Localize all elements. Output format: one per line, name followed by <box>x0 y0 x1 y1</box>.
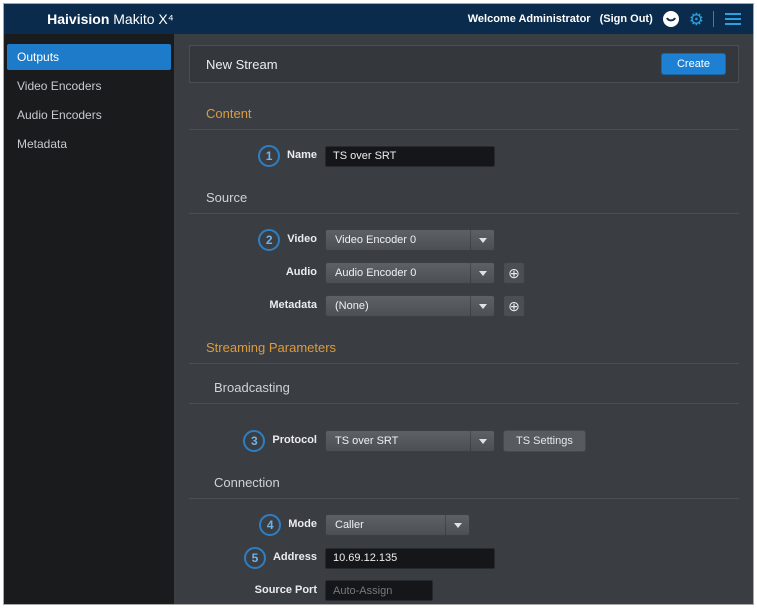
menu-icon[interactable] <box>723 11 743 27</box>
address-control <box>325 548 495 569</box>
chevron-down-icon <box>470 296 494 316</box>
section-title-streaming: Streaming Parameters <box>189 340 739 364</box>
ts-settings-button[interactable]: TS Settings <box>503 430 586 452</box>
sign-out-link[interactable]: (Sign Out) <box>600 13 653 25</box>
welcome-text: Welcome Administrator <box>468 13 591 25</box>
address-input[interactable] <box>325 548 495 569</box>
main-content: New Stream Create Content 1 Name Source <box>174 34 753 604</box>
metadata-select[interactable]: (None) <box>325 295 495 317</box>
mode-label: Mode <box>288 518 317 531</box>
sidebar-item-label: Video Encoders <box>17 79 102 93</box>
name-input[interactable] <box>325 146 495 167</box>
address-row: 5 Address <box>189 547 739 569</box>
video-label: Video <box>287 233 317 246</box>
video-row: 2 Video Video Encoder 0 <box>189 229 739 251</box>
brand-product: Makito X⁴ <box>109 11 173 27</box>
gear-icon[interactable]: ⚙ <box>689 11 704 28</box>
video-select-value: Video Encoder 0 <box>326 234 470 246</box>
name-control <box>325 146 495 167</box>
app-body: Outputs Video Encoders Audio Encoders Me… <box>4 34 753 604</box>
address-label-col: 5 Address <box>189 547 317 569</box>
mode-label-col: 4 Mode <box>189 514 317 536</box>
metadata-label: Metadata <box>269 299 317 312</box>
step-badge-5: 5 <box>244 547 266 569</box>
audio-label: Audio <box>286 266 317 279</box>
protocol-label-col: 3 Protocol <box>189 430 317 452</box>
sidebar: Outputs Video Encoders Audio Encoders Me… <box>4 34 174 604</box>
video-control: Video Encoder 0 <box>325 229 495 251</box>
protocol-row: 3 Protocol TS over SRT TS Settings <box>189 430 739 452</box>
step-badge-2: 2 <box>258 229 280 251</box>
chevron-down-icon <box>470 263 494 283</box>
sidebar-item-label: Metadata <box>17 137 67 151</box>
metadata-control: (None) ⊕ <box>325 295 525 317</box>
video-label-col: 2 Video <box>189 229 317 251</box>
protocol-select[interactable]: TS over SRT <box>325 430 495 452</box>
plus-icon: ⊕ <box>508 299 520 313</box>
name-label: Name <box>287 149 317 162</box>
mode-select-value: Caller <box>326 519 445 531</box>
section-title-source: Source <box>189 190 739 214</box>
audio-row: Audio Audio Encoder 0 ⊕ <box>189 262 739 284</box>
section-title-broadcasting: Broadcasting <box>189 380 739 404</box>
source-port-control <box>325 580 433 601</box>
audio-select[interactable]: Audio Encoder 0 <box>325 262 495 284</box>
name-label-col: 1 Name <box>189 145 317 167</box>
header-actions: Welcome Administrator (Sign Out) ⚙ <box>468 10 743 28</box>
section-title-connection: Connection <box>189 475 739 499</box>
chevron-down-icon <box>470 230 494 250</box>
panel-header: New Stream Create <box>189 45 739 83</box>
step-badge-1: 1 <box>258 145 280 167</box>
status-icon[interactable] <box>662 10 680 28</box>
add-audio-button[interactable]: ⊕ <box>503 262 525 284</box>
mode-row: 4 Mode Caller <box>189 514 739 536</box>
sidebar-item-label: Audio Encoders <box>17 108 102 122</box>
sidebar-item-metadata[interactable]: Metadata <box>7 131 171 157</box>
page-title: New Stream <box>206 57 278 72</box>
audio-control: Audio Encoder 0 ⊕ <box>325 262 525 284</box>
plus-icon: ⊕ <box>508 266 520 280</box>
section-title-content: Content <box>189 106 739 130</box>
protocol-control: TS over SRT TS Settings <box>325 430 586 452</box>
header-divider <box>713 11 714 27</box>
page: Haivision Makito X⁴ Welcome Administrato… <box>0 0 757 609</box>
sidebar-item-label: Outputs <box>17 50 59 64</box>
brand-name: Haivision <box>47 11 109 27</box>
step-badge-4: 4 <box>259 514 281 536</box>
source-port-row: Source Port <box>189 580 739 601</box>
source-port-label-col: Source Port <box>189 584 317 597</box>
address-label: Address <box>273 551 317 564</box>
mode-select[interactable]: Caller <box>325 514 470 536</box>
source-port-input[interactable] <box>325 580 433 601</box>
sidebar-item-outputs[interactable]: Outputs <box>7 44 171 70</box>
mode-control: Caller <box>325 514 470 536</box>
sidebar-item-video-encoders[interactable]: Video Encoders <box>7 73 171 99</box>
video-select[interactable]: Video Encoder 0 <box>325 229 495 251</box>
app-window: Haivision Makito X⁴ Welcome Administrato… <box>3 3 754 605</box>
source-port-label: Source Port <box>255 584 317 597</box>
step-badge-3: 3 <box>243 430 265 452</box>
sidebar-item-audio-encoders[interactable]: Audio Encoders <box>7 102 171 128</box>
chevron-down-icon <box>470 431 494 451</box>
create-button[interactable]: Create <box>661 53 726 75</box>
audio-label-col: Audio <box>189 266 317 279</box>
name-row: 1 Name <box>189 145 739 167</box>
top-header: Haivision Makito X⁴ Welcome Administrato… <box>4 4 753 34</box>
protocol-label: Protocol <box>272 434 317 447</box>
add-metadata-button[interactable]: ⊕ <box>503 295 525 317</box>
protocol-select-value: TS over SRT <box>326 435 470 447</box>
chevron-down-icon <box>445 515 469 535</box>
metadata-select-value: (None) <box>326 300 470 312</box>
audio-select-value: Audio Encoder 0 <box>326 267 470 279</box>
metadata-row: Metadata (None) ⊕ <box>189 295 739 317</box>
metadata-label-col: Metadata <box>189 299 317 312</box>
